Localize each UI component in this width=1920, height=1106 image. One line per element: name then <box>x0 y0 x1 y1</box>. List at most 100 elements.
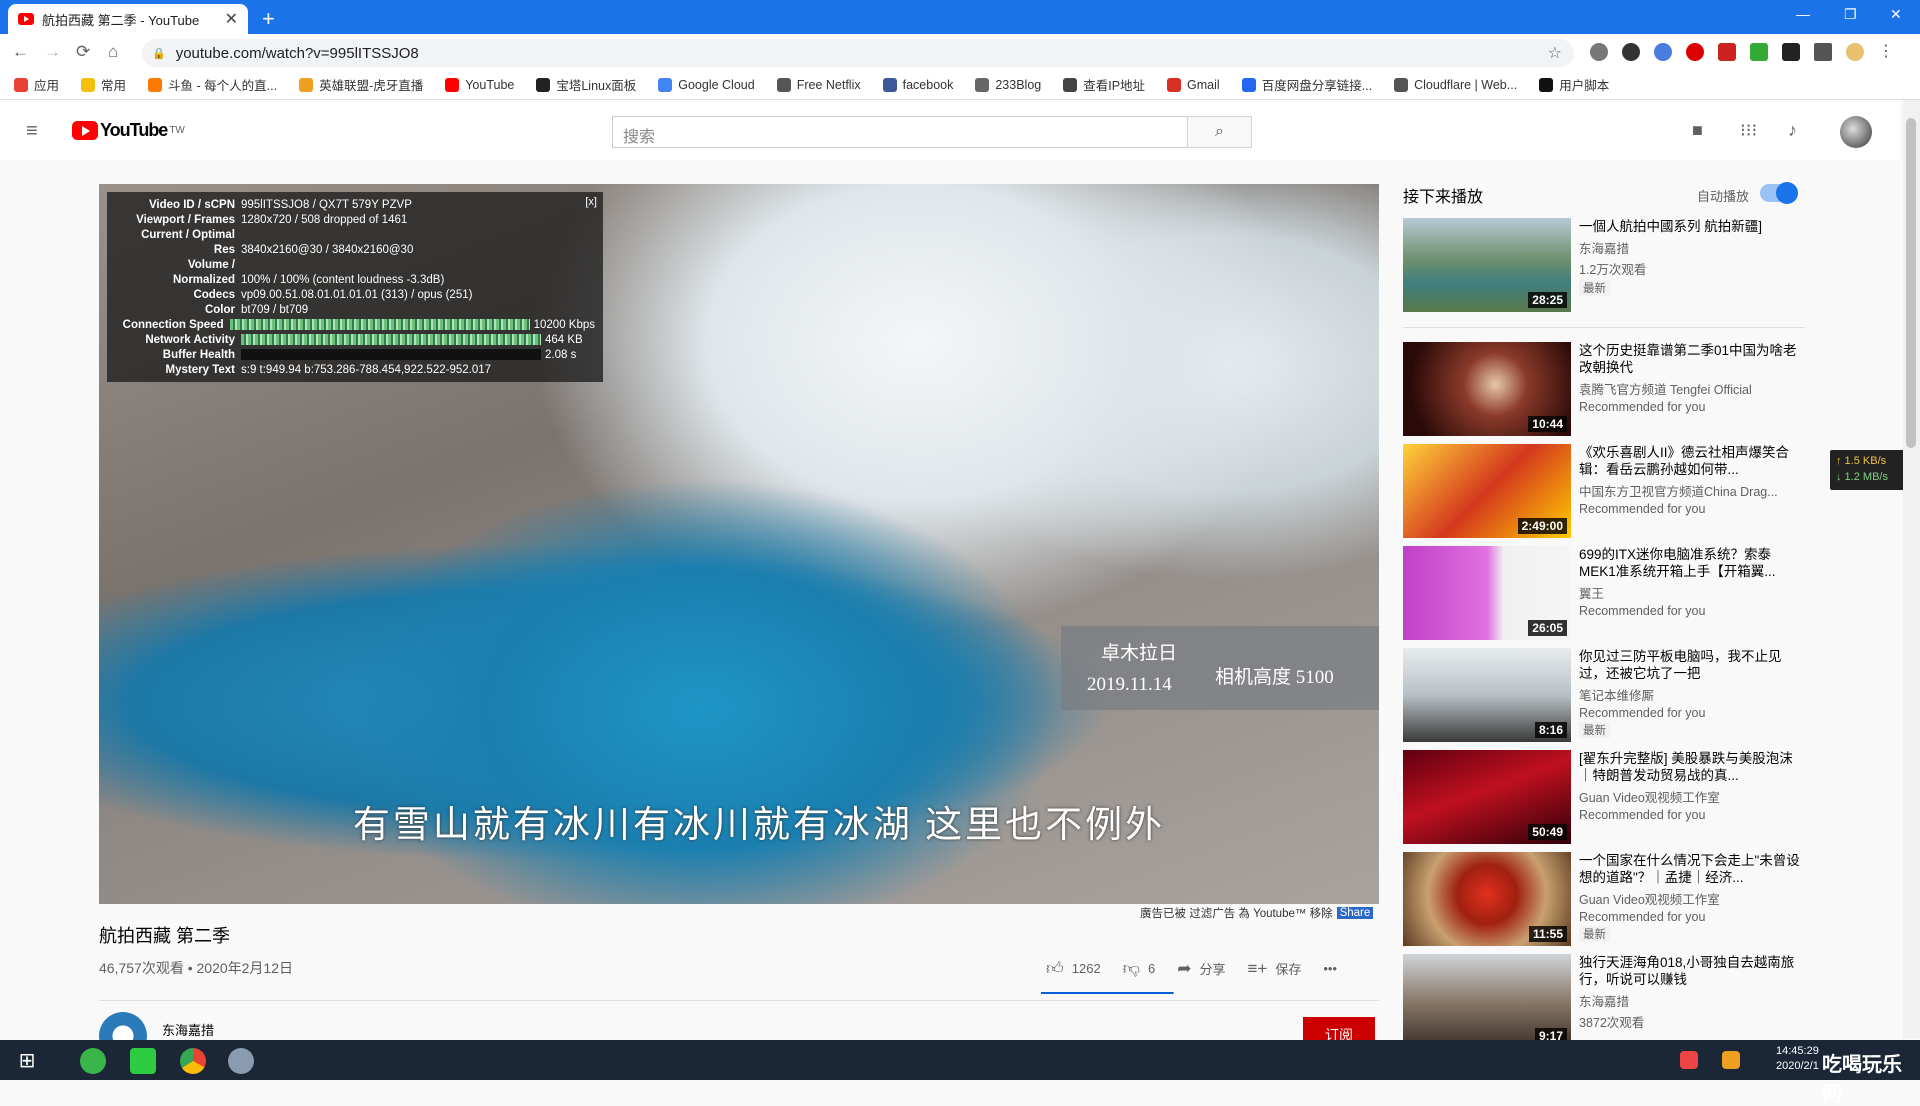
bookmark-item[interactable]: 应用 <box>14 75 59 94</box>
bookmark-item[interactable]: Google Cloud <box>658 77 755 92</box>
window-close-button[interactable]: ✕ <box>1890 6 1902 23</box>
browser-tab[interactable]: 航拍西藏 第二季 - YouTube ✕ <box>8 4 248 34</box>
tray-icon[interactable] <box>1680 1051 1698 1069</box>
share-button[interactable]: ➦ 分享 <box>1177 959 1225 979</box>
card-views: Recommended for you <box>1579 604 1706 618</box>
bookmark-item[interactable]: 常用 <box>81 75 126 94</box>
bookmark-star-icon[interactable]: ☆ <box>1548 43 1562 63</box>
system-clock[interactable]: 14:45:29 2020/2/1 <box>1776 1044 1819 1074</box>
windows-start-icon[interactable]: ⊞ <box>14 1048 40 1074</box>
video-thumbnail[interactable]: 10:44 <box>1403 342 1571 436</box>
search-button[interactable]: ⌕ <box>1187 116 1252 148</box>
profile-avatar-icon[interactable] <box>1846 43 1864 61</box>
video-thumbnail[interactable]: 50:49 <box>1403 750 1571 844</box>
reading-list-icon[interactable] <box>1814 43 1832 61</box>
video-actions: 👍︎ 1262 👎︎ 6 ➦ 分享 ≡+ 保存 ••• <box>1046 958 1337 979</box>
dislike-button[interactable]: 👎︎ 6 <box>1123 958 1156 979</box>
minimize-button[interactable]: — <box>1796 6 1810 22</box>
create-video-icon[interactable]: ■ <box>1692 120 1703 141</box>
extension-icon[interactable] <box>1782 43 1800 61</box>
like-button[interactable]: 👍︎ 1262 <box>1046 958 1101 979</box>
stats-close-button[interactable]: [x] <box>585 196 597 208</box>
search-input[interactable]: 搜索 <box>612 116 1188 148</box>
card-views: Recommended for you <box>1579 400 1706 414</box>
forward-button[interactable]: → <box>44 42 61 62</box>
extension-icon[interactable] <box>1718 43 1736 61</box>
bookmark-item[interactable]: YouTube <box>445 77 514 92</box>
video-thumbnail[interactable]: 26:05 <box>1403 546 1571 640</box>
bookmark-item[interactable]: 百度网盘分享链接... <box>1241 75 1372 94</box>
bookmark-item[interactable]: 查看IP地址 <box>1063 75 1145 94</box>
bookmark-item[interactable]: Gmail <box>1167 77 1220 92</box>
card-title: 独行天涯海角018,小哥独自去越南旅行，听说可以赚钱 <box>1579 955 1795 987</box>
up-next-heading: 接下来播放 <box>1403 189 1484 206</box>
app-icon[interactable] <box>80 1048 106 1074</box>
duration-badge: 2:49:00 <box>1517 518 1567 534</box>
recommendation-card[interactable]: 50:49 [翟东升完整版] 美股暴跌与美股泡沫｜特朗普发动贸易战的真... Gua… <box>1403 750 1805 852</box>
tray-icon[interactable] <box>1722 1051 1740 1069</box>
scrollbar-thumb[interactable] <box>1906 118 1916 448</box>
video-thumbnail[interactable]: 8:16 <box>1403 648 1571 742</box>
ad-note-share-link[interactable]: Share <box>1336 907 1374 919</box>
bookmark-label: facebook <box>902 77 954 92</box>
bookmark-item[interactable]: 用户脚本 <box>1539 75 1609 94</box>
extension-icon[interactable] <box>1750 43 1768 61</box>
card-views: 1.2万次观看 <box>1579 263 1647 277</box>
bookmark-item[interactable]: 宝塔Linux面板 <box>536 75 636 94</box>
bookmark-item[interactable]: Cloudflare | Web... <box>1394 77 1517 92</box>
bookmark-item[interactable]: 英雄联盟-虎牙直播 <box>299 75 423 94</box>
hamburger-menu-icon[interactable]: ≡ <box>26 120 38 143</box>
bookmark-favicon-icon <box>445 77 460 92</box>
bookmark-item[interactable]: Free Netflix <box>776 77 861 92</box>
recommendation-card[interactable]: 26:05 699的ITX迷你电脑准系统？索泰MEK1准系统开箱上手【开箱翼...… <box>1403 546 1805 648</box>
home-button[interactable]: ⌂ <box>108 42 118 62</box>
video-player[interactable]: [x] Video ID / sCPN 995lITSSJO8 / QX7T 57… <box>99 184 1379 904</box>
extension-icon[interactable] <box>1622 43 1640 61</box>
video-thumbnail[interactable]: 28:25 <box>1403 218 1571 312</box>
app-icon[interactable] <box>228 1048 254 1074</box>
more-actions-button[interactable]: ••• <box>1323 961 1337 976</box>
video-thumbnail[interactable]: 2:49:00 <box>1403 444 1571 538</box>
recommendation-card[interactable]: 28:25 一個人航拍中國系列 航拍新疆] 东海嘉措 1.2万次观看 最新 <box>1403 218 1805 328</box>
back-button[interactable]: ← <box>12 42 29 62</box>
tab-close-icon[interactable]: ✕ <box>225 9 238 29</box>
card-channel: 东海嘉措 <box>1579 242 1630 256</box>
bookmark-favicon-icon <box>81 77 96 92</box>
stats-row: Connection Speed 10200 Kbps <box>115 318 595 333</box>
video-thumbnail[interactable]: 9:17 <box>1403 954 1571 1048</box>
dislike-count: 6 <box>1147 961 1156 976</box>
video-thumbnail[interactable]: 11:55 <box>1403 852 1571 946</box>
notifications-bell-icon[interactable]: ♪ <box>1788 120 1797 141</box>
extension-icon[interactable] <box>1590 43 1608 61</box>
stats-row: Network Activity 464 KB <box>115 333 595 348</box>
divider <box>99 1000 1379 1001</box>
chrome-menu-icon[interactable]: ⋮ <box>1878 43 1896 61</box>
bookmarks-bar: 应用 常用 斗鱼 - 每个人的直... 英雄联盟-虎牙直播 YouTube 宝塔Linux… <box>0 70 1920 100</box>
duration-badge: 28:25 <box>1528 292 1567 308</box>
channel-name[interactable]: 东海嘉措 <box>162 1020 214 1039</box>
restore-button[interactable]: ❐ <box>1844 6 1857 23</box>
youtube-logo[interactable]: YouTube TW <box>72 120 185 141</box>
address-bar[interactable]: 🔒 youtube.com/watch?v=995lITSSJO8 ☆ <box>142 39 1574 67</box>
recommendation-card[interactable]: 11:55 一个国家在什么情况下会走上"未曾设想的道路"？｜孟捷｜经济... Gua… <box>1403 852 1805 954</box>
recommendation-card[interactable]: 8:16 你见过三防平板电脑吗，我不止见过，还被它坑了一把 笔记本维修厮 Recomm… <box>1403 648 1805 750</box>
reload-button[interactable]: ⟳ <box>76 42 90 62</box>
recommendation-card[interactable]: 2:49:00 《欢乐喜剧人II》德云社相声爆笑合辑：看岳云鹏孙越如何带... 中国… <box>1403 444 1805 546</box>
new-badge: 最新 <box>1579 722 1610 738</box>
extension-icon[interactable] <box>1686 43 1704 61</box>
recommendation-card[interactable]: 10:44 这个历史挺靠谱第二季01中国为啥老改朝换代 袁腾飞官方频道 Tengfe… <box>1403 342 1805 444</box>
bookmark-item[interactable]: facebook <box>882 77 954 92</box>
bookmark-item[interactable]: 斗鱼 - 每个人的直... <box>148 75 277 94</box>
bookmark-item[interactable]: 233Blog <box>975 77 1041 92</box>
apps-grid-icon[interactable]: ⁝⁝⁝ <box>1740 120 1757 141</box>
app-icon[interactable] <box>130 1048 156 1074</box>
user-avatar[interactable] <box>1840 116 1872 148</box>
new-tab-button[interactable]: + <box>262 6 275 32</box>
upload-speed: ↑ 1.5 KB/s <box>1836 455 1887 467</box>
save-button[interactable]: ≡+ 保存 <box>1247 959 1301 979</box>
extension-icon[interactable] <box>1654 43 1672 61</box>
stats-value: 464 KB <box>241 333 595 348</box>
autoplay-toggle[interactable] <box>1760 182 1798 204</box>
video-title: 航拍西藏 第二季 <box>99 926 231 946</box>
chrome-icon[interactable] <box>180 1048 206 1074</box>
